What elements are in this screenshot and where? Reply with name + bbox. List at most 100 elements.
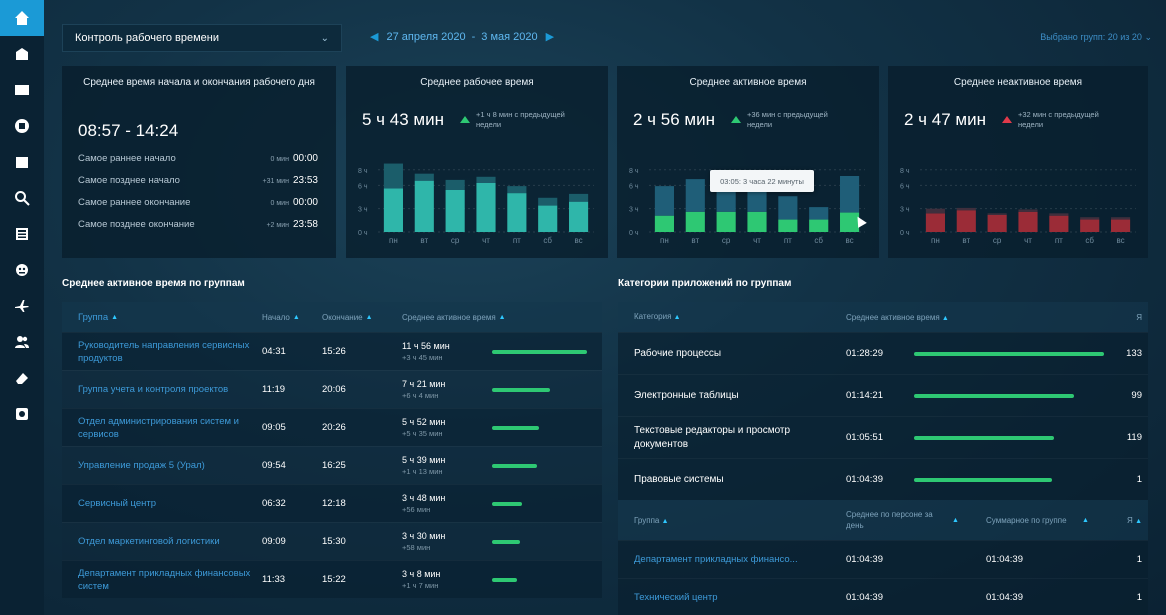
bar-segment[interactable] — [747, 211, 767, 232]
table-row[interactable]: Рабочие процессы 01:28:29 133 — [618, 332, 1148, 374]
table-row[interactable]: Текстовые редакторы и просмотр документо… — [618, 416, 1148, 458]
bar-segment[interactable] — [538, 197, 558, 206]
table-row[interactable]: Департамент прикладных финансовых систем… — [62, 560, 602, 598]
bar-segment[interactable] — [445, 190, 465, 232]
bar-segment[interactable] — [716, 211, 736, 232]
header-count[interactable]: Я — [1114, 313, 1148, 322]
date-from[interactable]: 27 апреля 2020 — [386, 31, 465, 43]
bar-segment[interactable] — [383, 163, 403, 189]
bar-segment[interactable] — [383, 188, 403, 232]
bar-segment[interactable] — [507, 193, 527, 232]
x-tick-label: чт — [482, 236, 490, 245]
header-avg[interactable]: Среднее активное время ▲ — [846, 313, 1114, 322]
dashboard-icon[interactable] — [0, 108, 44, 144]
prev-week-arrow-icon[interactable]: ◀ — [370, 30, 378, 43]
group-link[interactable]: Руководитель направления сервисных проду… — [62, 339, 262, 365]
bar-segment[interactable] — [685, 179, 705, 212]
bar-segment[interactable] — [654, 215, 674, 232]
settings-icon[interactable] — [0, 396, 44, 432]
plane-icon[interactable] — [0, 288, 44, 324]
bar-segment[interactable] — [414, 173, 434, 181]
bar-segment[interactable] — [476, 176, 496, 183]
mode-select[interactable]: Контроль рабочего времени ⌄ — [62, 24, 342, 52]
bar-segment[interactable] — [1018, 209, 1038, 212]
bar-segment[interactable] — [809, 219, 829, 232]
x-tick-label: вт — [691, 236, 699, 245]
table-row[interactable]: Правовые системы 01:04:39 1 — [618, 458, 1148, 500]
bar-segment[interactable] — [1049, 213, 1069, 216]
group-link[interactable]: Управление продаж 5 (Урал) — [62, 459, 262, 472]
bar-segment[interactable] — [685, 211, 705, 232]
bar-segment[interactable] — [1080, 219, 1100, 232]
start-time: 09:05 — [262, 422, 286, 433]
bar-segment[interactable] — [778, 196, 798, 220]
chart-tooltip: 03:05: 3 часа 22 минуты — [710, 170, 814, 192]
groups-selected-link[interactable]: Выбрано групп: 20 из 20 ⌄ — [1040, 32, 1152, 43]
bar-segment[interactable] — [987, 214, 1007, 232]
bar-segment[interactable] — [538, 205, 558, 232]
y-tick-label: 8 ч — [900, 168, 910, 175]
building-icon[interactable] — [0, 36, 44, 72]
header-group[interactable]: Группа ▲ — [618, 516, 846, 525]
table-row[interactable]: Технический центр 01:04:39 01:04:39 1 — [618, 578, 1148, 615]
table-row[interactable]: Департамент прикладных финансо... 01:04:3… — [618, 540, 1148, 578]
bar-segment[interactable] — [956, 207, 976, 211]
bar-segment[interactable] — [987, 213, 1007, 215]
header-count[interactable]: Я ▲ — [1116, 516, 1148, 525]
table-row[interactable]: Группа учета и контроля проектов 11:19 20:… — [62, 370, 602, 408]
bar-segment[interactable] — [840, 176, 860, 213]
bar-segment[interactable] — [778, 219, 798, 232]
bar-segment[interactable] — [1111, 219, 1131, 232]
bar-segment[interactable] — [747, 189, 767, 212]
bar-segment[interactable] — [445, 179, 465, 190]
table-row[interactable]: Сервисный центр 06:32 12:18 3 ч 48 мин +56 м… — [62, 484, 602, 522]
header-per-person[interactable]: Среднее по персоне за день ▲ — [846, 509, 986, 531]
date-to[interactable]: 3 мая 2020 — [481, 31, 537, 43]
header-avg[interactable]: Среднее активное время ▲ — [402, 313, 592, 322]
table-row[interactable]: Управление продаж 5 (Урал) 09:54 16:25 5 ч … — [62, 446, 602, 484]
group-link[interactable]: Отдел маркетинговой логистики — [62, 535, 262, 548]
header-end[interactable]: Окончание ▲ — [322, 313, 402, 322]
header-category[interactable]: Категория ▲ — [618, 310, 846, 325]
group-link[interactable]: Отдел администрирования систем и сервисо… — [62, 415, 262, 441]
bar-segment[interactable] — [809, 207, 829, 220]
group-link[interactable]: Технический центр — [618, 592, 846, 603]
header-start[interactable]: Начало ▲ — [262, 313, 322, 322]
robot-icon[interactable] — [0, 252, 44, 288]
progress-bar-track — [492, 387, 592, 392]
bar-segment[interactable] — [569, 201, 589, 232]
bar-segment[interactable] — [507, 186, 527, 194]
list-icon[interactable] — [0, 216, 44, 252]
table-row[interactable]: Электронные таблицы 01:14:21 99 — [618, 374, 1148, 416]
bar-segment[interactable] — [654, 186, 674, 216]
sort-icon: ▲ — [661, 517, 669, 525]
table-row[interactable]: Отдел маркетинговой логистики 09:09 15:30 3… — [62, 522, 602, 560]
y-tick-label: 6 ч — [629, 183, 639, 190]
kv-row: Самое позднее начало +31 мин 23:53 — [78, 175, 318, 186]
header-group[interactable]: Группа ▲ — [62, 311, 262, 324]
header-total[interactable]: Суммарное по группе ▲ — [986, 515, 1116, 526]
bar-segment[interactable] — [569, 193, 589, 202]
group-link[interactable]: Департамент прикладных финансо... — [618, 554, 846, 565]
bar-segment[interactable] — [414, 180, 434, 232]
calendar-icon[interactable] — [0, 144, 44, 180]
users-icon[interactable] — [0, 324, 44, 360]
bar-segment[interactable] — [1080, 217, 1100, 220]
bar-segment[interactable] — [1049, 215, 1069, 232]
next-week-arrow-icon[interactable]: ▶ — [546, 30, 554, 43]
group-link[interactable]: Сервисный центр — [62, 497, 262, 510]
bar-segment[interactable] — [476, 183, 496, 232]
bar-segment[interactable] — [925, 213, 945, 232]
search-icon[interactable] — [0, 180, 44, 216]
group-link[interactable]: Группа учета и контроля проектов — [62, 383, 262, 396]
bar-segment[interactable] — [1111, 217, 1131, 220]
group-link[interactable]: Департамент прикладных финансовых систем — [62, 567, 262, 593]
bar-segment[interactable] — [956, 210, 976, 232]
table-row[interactable]: Руководитель направления сервисных проду… — [62, 332, 602, 370]
id-card-icon[interactable] — [0, 72, 44, 108]
home-icon[interactable] — [0, 0, 44, 36]
bar-segment[interactable] — [1018, 211, 1038, 232]
table-row[interactable]: Отдел администрирования систем и сервисо… — [62, 408, 602, 446]
eraser-icon[interactable] — [0, 360, 44, 396]
bar-segment[interactable] — [925, 208, 945, 214]
